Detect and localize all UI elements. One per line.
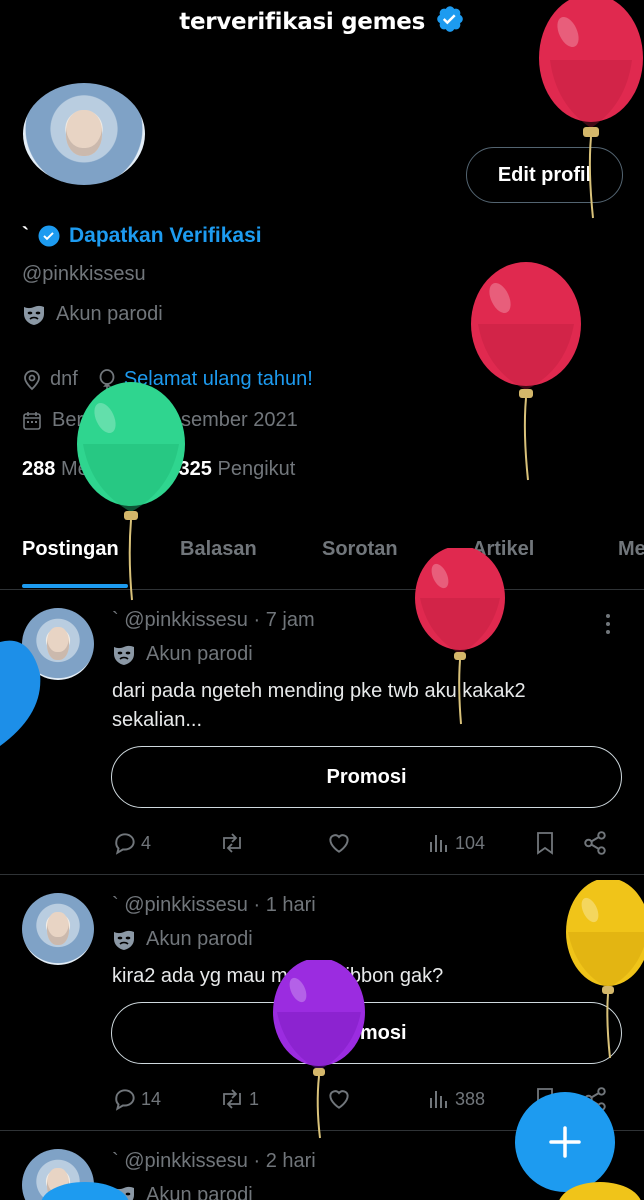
reply-action[interactable]: 4 [112, 830, 151, 856]
mask-icon [112, 929, 136, 951]
profile-location: dnf [50, 368, 78, 390]
views-count: 104 [455, 832, 486, 853]
joined-row: Bergabung Desember 2021 [22, 409, 298, 432]
like-icon [326, 1086, 352, 1112]
promote-button[interactable]: Promosi [111, 1002, 622, 1064]
parody-label-text: Akun parodi [56, 303, 163, 325]
compose-button[interactable] [515, 1092, 615, 1192]
post-author-name: ` [112, 1150, 119, 1172]
post-parody-text: Akun parodi [146, 928, 253, 950]
balloon-icon [98, 368, 116, 391]
post-handle: @pinkkissesu [124, 894, 248, 916]
calendar-icon [22, 411, 42, 431]
post-author-name: ` [112, 609, 119, 631]
profile-meta-row: dnf Selamat ulang tahun! [22, 368, 313, 391]
like-action[interactable] [326, 830, 352, 856]
balloon-red-mid [468, 262, 584, 482]
mask-icon [22, 304, 46, 326]
post-time: · 7 jam [253, 609, 315, 631]
repost-icon [218, 1086, 246, 1112]
repost-action[interactable]: 1 [218, 1086, 259, 1112]
plus-icon [548, 1125, 582, 1159]
display-name: ` [22, 224, 29, 247]
followers-count: 325 [178, 458, 212, 480]
tab-balasan[interactable]: Balasan [180, 538, 257, 561]
followers-label: Pengikut [217, 458, 296, 480]
post-time: · 2 hari [253, 1150, 316, 1172]
profile-avatar[interactable] [20, 80, 148, 188]
birthday-link[interactable]: Selamat ulang tahun! [124, 368, 313, 391]
header-title: terverifikasi gemes [0, 4, 644, 35]
tab-artikel[interactable]: Artikel [472, 538, 534, 561]
header-title-text: terverifikasi gemes [179, 9, 425, 35]
share-icon[interactable] [582, 830, 608, 856]
profile-tabs: Postingan Balasan Sorotan Artikel Me [0, 520, 644, 590]
post-text: dari pada ngeteh mending pke twb aku kak… [112, 680, 526, 731]
get-verified-link[interactable]: Dapatkan Verifikasi [69, 224, 262, 248]
post-time: · 1 hari [253, 894, 316, 916]
post-header: ` @pinkkissesu · 1 hari [112, 894, 316, 917]
bookmark-icon[interactable] [534, 830, 556, 856]
verified-badge-icon [435, 4, 465, 34]
following-count: 288 [22, 458, 56, 480]
post-parody-text: Akun parodi [146, 1184, 253, 1200]
post-author-name: ` [112, 894, 119, 916]
tab-postingan[interactable]: Postingan [22, 538, 119, 561]
repost-action[interactable] [218, 830, 249, 856]
post-avatar[interactable] [22, 608, 94, 680]
mask-icon [112, 644, 136, 666]
views-icon [428, 1086, 452, 1112]
follow-stats: 288 Mengikuti 325 Pengikut [22, 458, 295, 481]
reply-count: 14 [141, 1088, 162, 1109]
mask-icon [112, 1185, 136, 1200]
repost-icon [218, 830, 246, 856]
tab-more[interactable]: Me [618, 538, 644, 561]
followers-stat[interactable]: 325 Pengikut [179, 458, 296, 481]
active-tab-indicator [22, 584, 128, 588]
repost-count: 1 [249, 1088, 260, 1109]
views-action[interactable]: 388 [428, 1086, 485, 1112]
post-avatar[interactable] [22, 893, 94, 965]
profile-name-row: ` Dapatkan Verifikasi [22, 224, 262, 248]
following-stat[interactable]: 288 Mengikuti [22, 458, 147, 481]
post-parody-label: Akun parodi [112, 1184, 253, 1200]
promote-button[interactable]: Promosi [111, 746, 622, 808]
post-parody-label: Akun parodi [112, 928, 253, 951]
post-actions: 4 104 [112, 830, 612, 858]
post-parody-label: Akun parodi [112, 643, 253, 666]
reply-icon [112, 830, 138, 856]
reply-count: 4 [141, 832, 152, 853]
like-icon [326, 830, 352, 856]
post-text: kira2 ada yg mau make twibbon gak? [112, 965, 444, 987]
like-action[interactable] [326, 1086, 352, 1112]
reply-icon [112, 1086, 138, 1112]
reply-action[interactable]: 14 [112, 1086, 161, 1112]
views-icon [428, 830, 452, 856]
post-handle: @pinkkissesu [124, 609, 248, 631]
more-icon[interactable] [599, 612, 617, 636]
post-header: ` @pinkkissesu · 2 hari [112, 1150, 316, 1173]
views-action[interactable]: 104 [428, 830, 485, 856]
verified-badge-icon [37, 224, 61, 248]
parody-label: Akun parodi [22, 303, 163, 326]
post-divider [0, 874, 644, 875]
profile-handle: @pinkkissesu [22, 263, 146, 285]
post-avatar[interactable] [22, 1149, 94, 1200]
views-count: 388 [455, 1088, 486, 1109]
post-header: ` @pinkkissesu · 7 jam [112, 609, 315, 632]
post-handle: @pinkkissesu [124, 1150, 248, 1172]
post-parody-text: Akun parodi [146, 643, 253, 665]
edit-profile-button[interactable]: Edit profil [466, 147, 623, 203]
tab-sorotan[interactable]: Sorotan [322, 538, 398, 561]
joined-date: Bergabung Desember 2021 [52, 409, 298, 431]
following-label: Mengikuti [60, 458, 147, 480]
location-icon [22, 369, 42, 391]
